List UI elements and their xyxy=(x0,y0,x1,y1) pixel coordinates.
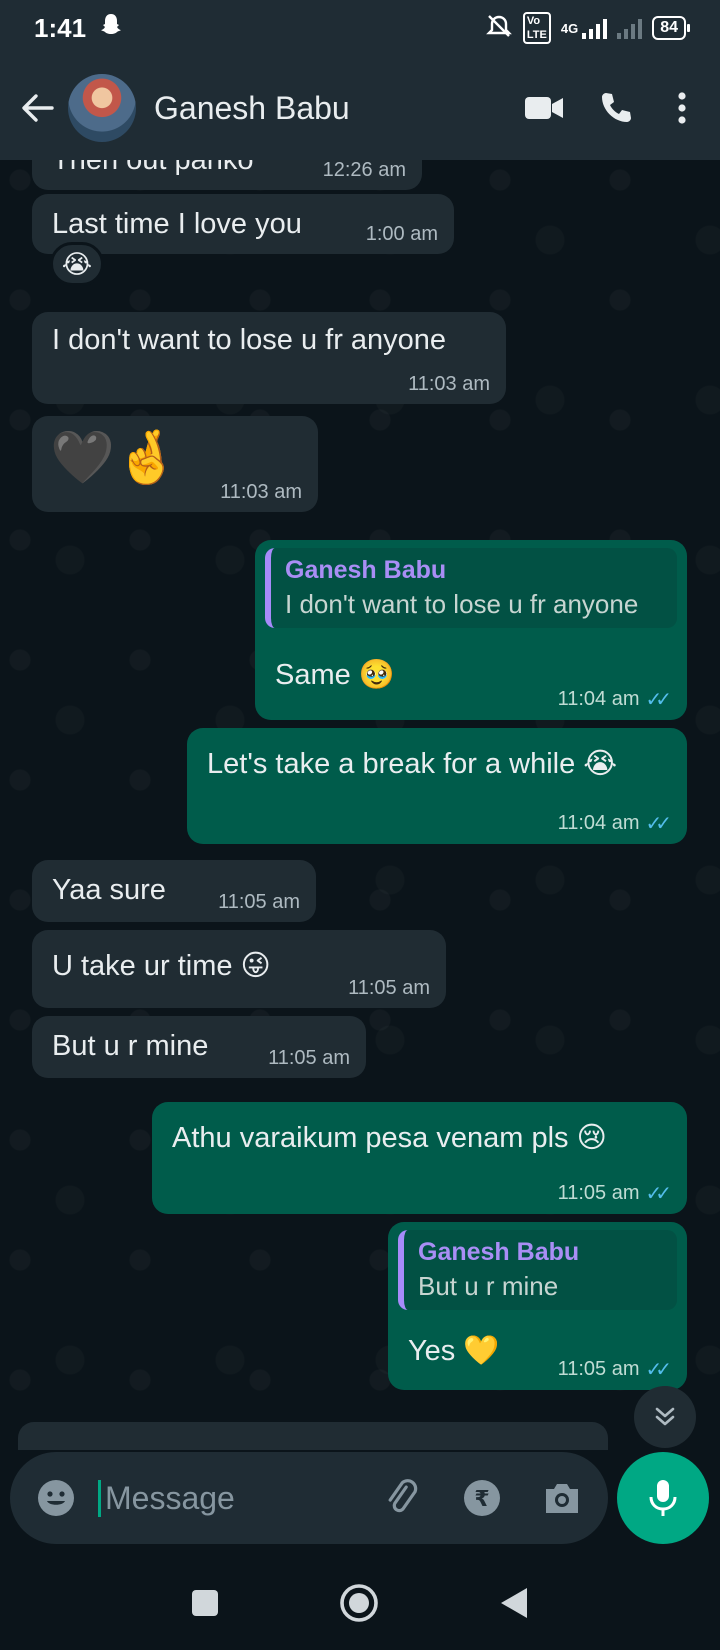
phone-icon xyxy=(602,93,631,122)
message-bubble-incoming[interactable]: I don't want to lose u fr anyone 11:03 a… xyxy=(32,312,506,404)
contact-name[interactable]: Ganesh Babu xyxy=(154,90,350,127)
camera-icon xyxy=(546,1484,578,1513)
network-type: 4G xyxy=(560,20,579,36)
message-text: But u r mine xyxy=(52,1030,209,1062)
camera-button[interactable] xyxy=(534,1470,590,1526)
battery-indicator: 84 xyxy=(652,16,690,40)
message-bubble-outgoing[interactable]: Athu varaikum pesa venam pls 😢 11:05 am ✓… xyxy=(152,1102,687,1214)
triangle-back-icon xyxy=(501,1587,527,1618)
status-time: 1:41 xyxy=(34,12,87,43)
message-text: U take ur time 😜 xyxy=(52,950,271,982)
message-bubble-incoming[interactable] xyxy=(18,1422,608,1450)
double-chevron-down-icon xyxy=(655,1407,675,1426)
quoted-text: I don't want to lose u fr anyone xyxy=(285,589,639,619)
message-text: Last time I love you xyxy=(52,208,302,240)
system-navigation-bar xyxy=(0,1560,720,1650)
message-text: Athu varaikum pesa venam pls 😢 xyxy=(172,1122,607,1154)
chat-header: Ganesh Babu xyxy=(0,56,720,160)
message-bubble-incoming[interactable]: 🖤🤞 11:03 am xyxy=(32,416,318,512)
payment-button[interactable]: ₹ xyxy=(454,1470,510,1526)
message-bubble-incoming[interactable]: But u r mine 11:05 am xyxy=(32,1016,366,1078)
snapchat-notification-icon xyxy=(100,13,122,44)
scroll-to-bottom-button[interactable] xyxy=(634,1386,696,1448)
message-bubble-outgoing[interactable]: Ganesh Babu I don't want to lose u fr an… xyxy=(255,540,687,720)
message-text: Yaa sure xyxy=(52,874,166,906)
message-bubble-incoming[interactable]: Then out panko 12:26 am xyxy=(32,160,422,190)
message-text: Yes 💛 xyxy=(408,1335,500,1367)
read-receipt-icon: ✓✓ xyxy=(645,689,671,711)
back-button[interactable] xyxy=(8,78,68,138)
mute-icon xyxy=(485,14,513,43)
message-text: Same 🥹 xyxy=(275,659,395,691)
message-time: 12:26 am xyxy=(322,160,406,181)
message-time: 11:03 am xyxy=(408,373,490,395)
message-list[interactable]: Then out panko 12:26 am Last time I love… xyxy=(0,160,720,1450)
home-circle-icon xyxy=(340,1583,378,1622)
kebab-menu-icon xyxy=(678,92,686,124)
volte-icon: Vo LTE xyxy=(522,12,551,44)
status-icons: Vo LTE 4G 84 xyxy=(485,12,690,44)
message-bubble-incoming[interactable]: Yaa sure 11:05 am xyxy=(32,860,316,922)
message-time: 11:04 am ✓✓ xyxy=(558,687,672,712)
home-button[interactable] xyxy=(339,1583,379,1628)
message-time: 11:03 am xyxy=(220,481,302,503)
message-bubble-incoming[interactable]: U take ur time 😜 11:05 am xyxy=(32,930,446,1008)
read-receipt-icon: ✓✓ xyxy=(645,1183,671,1205)
quoted-message[interactable]: Ganesh Babu I don't want to lose u fr an… xyxy=(265,548,677,628)
smiley-icon xyxy=(38,1480,74,1516)
message-input[interactable]: Message xyxy=(98,1479,235,1517)
paperclip-icon xyxy=(388,1479,418,1513)
quoted-message[interactable]: Ganesh Babu But u r mine xyxy=(398,1230,677,1310)
emoji-message: 🖤🤞 xyxy=(50,429,180,487)
message-text: Then out panko xyxy=(52,160,254,176)
video-camera-icon xyxy=(525,97,563,119)
message-text: Let's take a break for a while 😭 xyxy=(207,748,618,780)
rupee-icon: ₹ xyxy=(464,1480,500,1516)
message-reaction[interactable]: 😭 xyxy=(50,242,104,286)
message-composer[interactable]: Message ₹ xyxy=(10,1452,608,1544)
message-bubble-incoming[interactable]: Last time I love you 1:00 am xyxy=(32,194,454,254)
signal-strength-icon xyxy=(582,17,608,39)
signal-strength-sim2-icon xyxy=(617,17,643,39)
read-receipt-icon: ✓✓ xyxy=(645,1359,671,1381)
message-time: 11:05 am ✓✓ xyxy=(558,1357,672,1382)
message-text: I don't want to lose u fr anyone xyxy=(52,324,447,356)
voice-message-button[interactable] xyxy=(617,1452,709,1544)
message-time: 11:05 am xyxy=(268,1047,350,1069)
message-time: 11:05 am ✓✓ xyxy=(558,1181,672,1206)
read-receipt-icon: ✓✓ xyxy=(645,813,671,835)
message-bubble-outgoing[interactable]: Let's take a break for a while 😭 11:04 a… xyxy=(187,728,687,844)
quoted-author: Ganesh Babu xyxy=(285,556,447,584)
recents-button[interactable] xyxy=(191,1589,219,1622)
status-bar: 1:41 Vo LTE 4G 84 xyxy=(0,0,720,56)
message-time: 11:05 am xyxy=(218,891,300,913)
square-icon xyxy=(192,1589,218,1616)
voice-call-button[interactable] xyxy=(580,72,652,144)
crying-face-emoji: 😭 xyxy=(61,248,93,279)
message-time: 1:00 am xyxy=(365,223,438,245)
quoted-author: Ganesh Babu xyxy=(418,1238,580,1266)
emoji-button[interactable] xyxy=(28,1470,84,1526)
back-nav-button[interactable] xyxy=(499,1586,529,1625)
more-options-button[interactable] xyxy=(652,72,712,144)
message-bubble-outgoing[interactable]: Ganesh Babu But u r mine Yes 💛 11:05 am ✓… xyxy=(388,1222,687,1390)
quoted-text: But u r mine xyxy=(418,1271,559,1301)
arrow-left-icon xyxy=(22,94,54,122)
svg-text:₹: ₹ xyxy=(474,1487,489,1512)
attach-button[interactable] xyxy=(374,1470,430,1526)
message-time: 11:04 am ✓✓ xyxy=(558,811,672,836)
video-call-button[interactable] xyxy=(508,72,580,144)
contact-avatar[interactable] xyxy=(68,74,136,142)
microphone-icon xyxy=(649,1480,677,1516)
message-time: 11:05 am xyxy=(348,977,430,999)
